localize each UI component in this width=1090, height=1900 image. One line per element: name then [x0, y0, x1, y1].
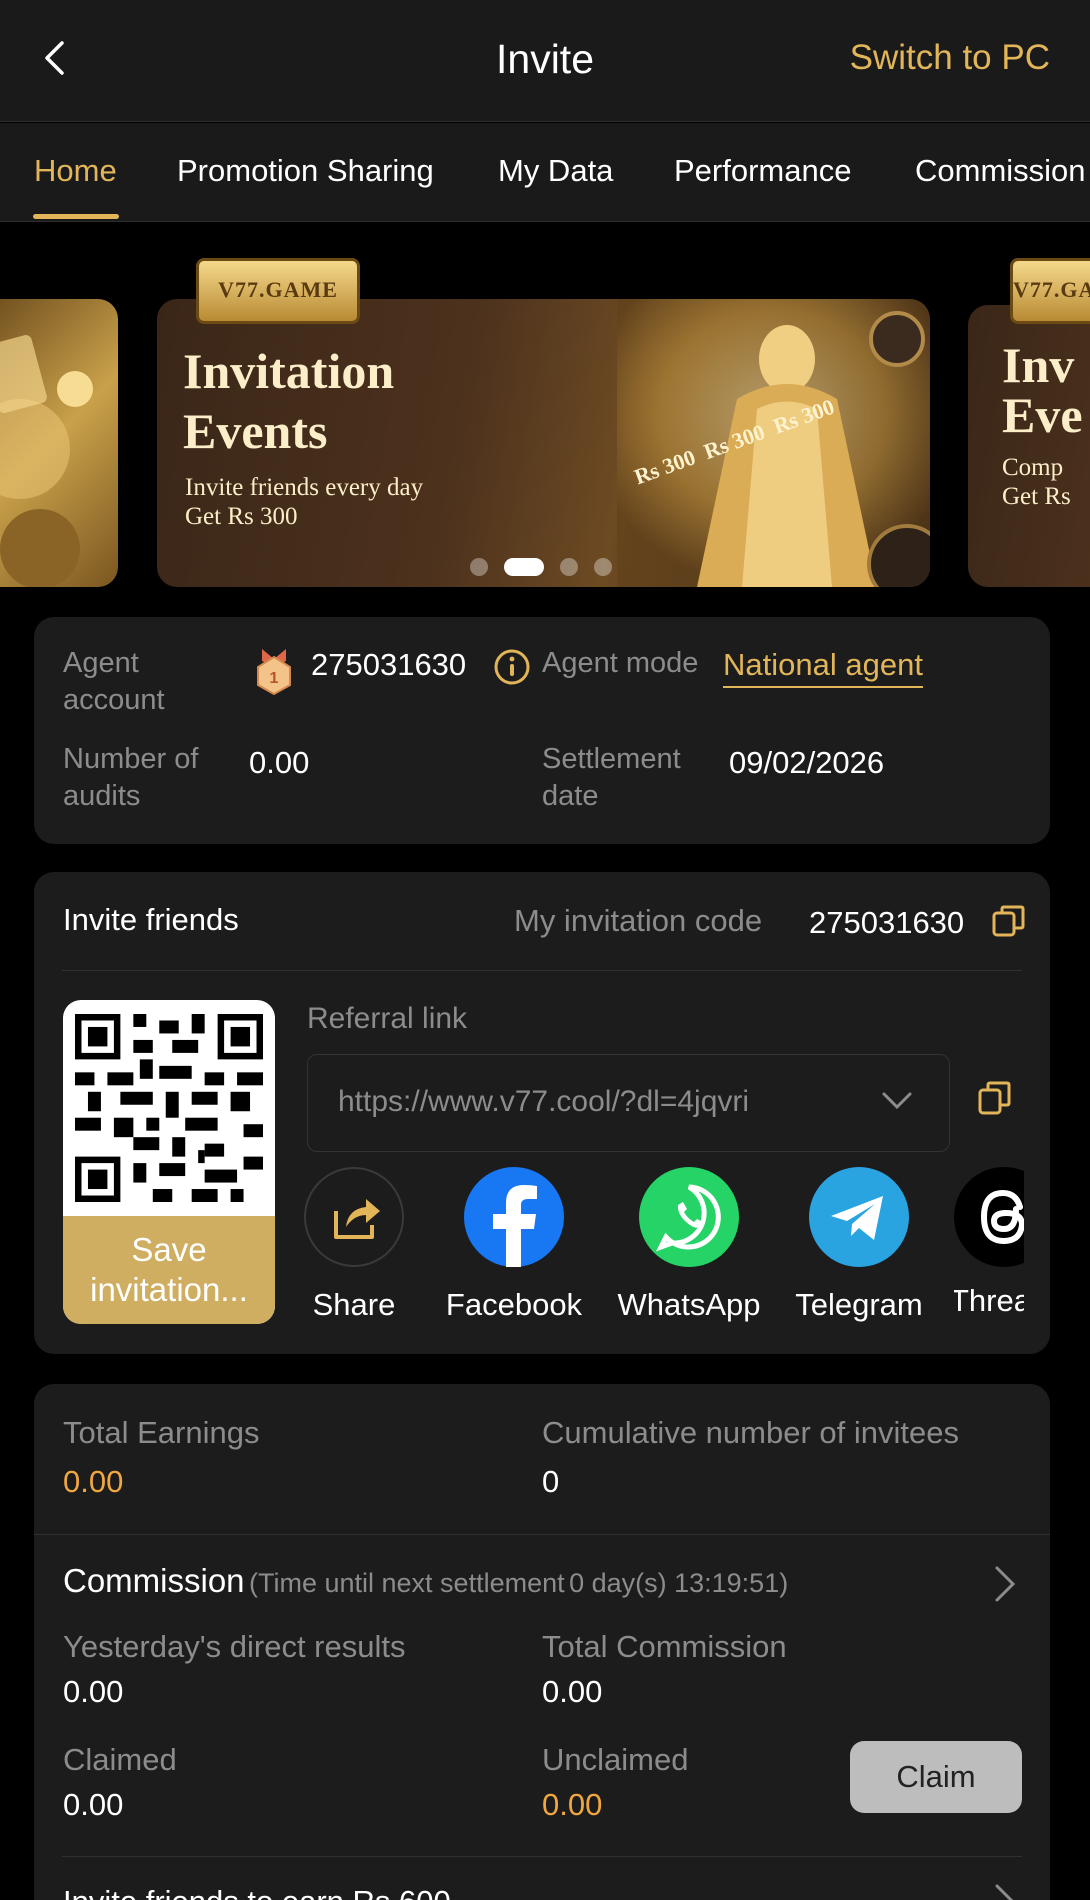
- commission-timer-value: 0 day(s) 13:19:51): [569, 1568, 789, 1598]
- back-arrow-icon[interactable]: [36, 38, 76, 78]
- qr-code-image: [75, 1014, 263, 1202]
- agent-level-badge-icon: 1: [257, 649, 291, 695]
- telegram-share-button[interactable]: Telegram: [784, 1167, 934, 1323]
- banner-next-sub-line1: Comp: [1002, 454, 1064, 481]
- v77-game-logo-next: V77.GAME: [1010, 258, 1090, 324]
- banner-slide-next[interactable]: Inv Eve Comp Get Rs: [968, 305, 1090, 587]
- total-commission-label: Total Commission: [542, 1629, 787, 1664]
- tab-home[interactable]: Home: [34, 153, 117, 189]
- section-divider: [62, 1856, 1022, 1857]
- copy-link-icon[interactable]: [978, 1080, 1012, 1116]
- settlement-date-value: 09/02/2026: [729, 745, 885, 780]
- share-icon: [304, 1167, 404, 1267]
- total-earnings-label: Total Earnings: [63, 1415, 260, 1450]
- commission-timer-label: (Time until next settlement: [249, 1568, 565, 1598]
- audits-label: Number of audits: [63, 743, 199, 812]
- invite-friends-card: Invite friends My invitation code 275031…: [34, 872, 1050, 1354]
- switch-to-pc-link[interactable]: Switch to PC: [850, 38, 1050, 78]
- banner-next-sub-line2: Get Rs: [1002, 483, 1071, 510]
- chevron-down-icon: [882, 1092, 912, 1110]
- yesterday-results-value: 0.00: [63, 1674, 124, 1709]
- referral-link-label: Referral link: [307, 1002, 468, 1035]
- unclaimed-label: Unclaimed: [542, 1742, 689, 1777]
- banner-slide-prev[interactable]: [0, 299, 118, 587]
- tab-bar: Home Promotion Sharing My Data Performan…: [0, 123, 1090, 222]
- chevron-right-icon[interactable]: [992, 1564, 1018, 1604]
- agent-info-card: Agent account 1 275031630 Agent mode Nat…: [34, 617, 1050, 844]
- top-nav-bar: Invite Switch to PC: [0, 0, 1090, 122]
- agent-account-value: 275031630: [311, 647, 467, 682]
- invite-friends-title: Invite friends: [63, 902, 239, 937]
- carousel-dot-active[interactable]: [504, 558, 544, 576]
- carousel-dot[interactable]: [560, 558, 578, 576]
- whatsapp-share-button[interactable]: WhatsApp: [609, 1167, 769, 1323]
- active-tab-indicator: [33, 214, 119, 219]
- facebook-share-button[interactable]: Facebook: [439, 1167, 589, 1323]
- invitation-code-label: My invitation code: [514, 903, 763, 938]
- banner-title-line1: Invitation: [183, 343, 395, 399]
- info-icon[interactable]: [493, 648, 531, 686]
- svg-text:1: 1: [270, 670, 279, 687]
- referral-link-value: https://www.v77.cool/?dl=4jqvri: [338, 1085, 750, 1118]
- agent-account-label: Agent account: [63, 647, 165, 716]
- threads-label: Threads: [954, 1283, 1024, 1318]
- audits-value: 0.00: [249, 745, 310, 780]
- threads-icon: [954, 1167, 1024, 1267]
- chevron-right-icon[interactable]: [992, 1882, 1018, 1900]
- section-divider: [62, 970, 1022, 971]
- facebook-icon: [464, 1167, 564, 1267]
- share-label: Share: [312, 1287, 396, 1322]
- whatsapp-icon: [639, 1167, 739, 1267]
- banner-title-line2: Events: [183, 403, 328, 459]
- qr-code-card: Save invitation...: [63, 1000, 275, 1324]
- goddess-illustration: [617, 299, 930, 587]
- banner-carousel[interactable]: Invitation Events Invite friends every d…: [0, 223, 1090, 603]
- agent-mode-label: Agent mode: [542, 647, 699, 679]
- share-button[interactable]: Share: [289, 1167, 419, 1323]
- carousel-dot[interactable]: [470, 558, 488, 576]
- copy-code-icon[interactable]: [992, 904, 1026, 938]
- telegram-label: Telegram: [795, 1287, 923, 1322]
- invitees-value: 0: [542, 1464, 560, 1499]
- section-divider: [34, 1534, 1050, 1535]
- claimed-value: 0.00: [63, 1787, 124, 1822]
- banner-subtitle-line1: Invite friends every day: [185, 474, 424, 501]
- unclaimed-value: 0.00: [542, 1787, 603, 1822]
- commission-title: Commission: [63, 1562, 245, 1599]
- agent-mode-link[interactable]: National agent: [723, 647, 923, 688]
- tab-promotion-sharing[interactable]: Promotion Sharing: [177, 153, 434, 189]
- commission-header[interactable]: Commission (Time until next settlement 0…: [63, 1562, 788, 1600]
- save-invitation-button[interactable]: Save invitation...: [63, 1216, 275, 1324]
- invitation-code-value: 275031630: [809, 905, 965, 940]
- v77-game-logo: V77.GAME: [196, 258, 360, 324]
- telegram-icon: [809, 1167, 909, 1267]
- banner-next-title-line2: Eve: [1002, 387, 1083, 443]
- total-earnings-value: 0.00: [63, 1464, 124, 1499]
- whatsapp-label: WhatsApp: [617, 1287, 761, 1322]
- tab-performance[interactable]: Performance: [674, 153, 851, 189]
- tab-commission[interactable]: Commission: [915, 153, 1086, 189]
- total-commission-value: 0.00: [542, 1674, 603, 1709]
- threads-share-button[interactable]: Threads: [954, 1167, 1024, 1357]
- yesterday-results-label: Yesterday's direct results: [63, 1629, 406, 1664]
- claim-button[interactable]: Claim: [850, 1741, 1022, 1813]
- invite-earn-text[interactable]: Invite friends to earn Rs 600: [63, 1884, 451, 1900]
- banner-slide-current[interactable]: Invitation Events Invite friends every d…: [157, 299, 930, 587]
- facebook-label: Facebook: [445, 1287, 583, 1322]
- earnings-card: Total Earnings 0.00 Cumulative number of…: [34, 1384, 1050, 1900]
- claimed-label: Claimed: [63, 1742, 177, 1777]
- banner-subtitle-line2: Get Rs 300: [185, 503, 298, 530]
- banner-art-image: [0, 335, 93, 587]
- carousel-dot[interactable]: [594, 558, 612, 576]
- referral-link-select[interactable]: https://www.v77.cool/?dl=4jqvri: [307, 1054, 950, 1152]
- invitees-label: Cumulative number of invitees: [542, 1415, 959, 1450]
- settlement-date-label: Settlement date: [542, 743, 681, 812]
- tab-my-data[interactable]: My Data: [498, 153, 613, 189]
